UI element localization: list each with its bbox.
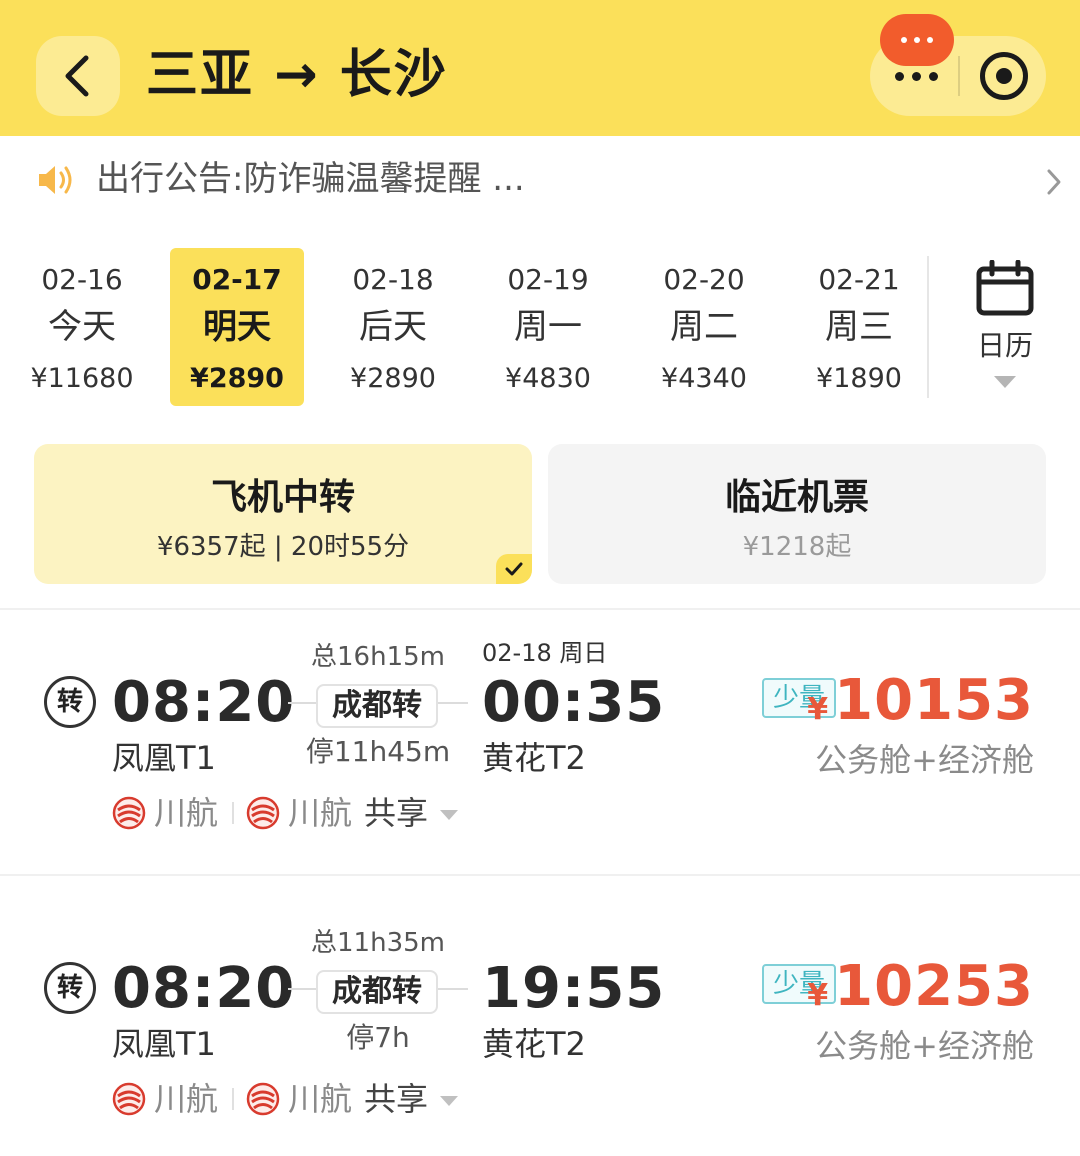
- date-selector: 02-16 今天 ¥11680 02-17 明天 ¥2890 02-18 后天 …: [0, 240, 1080, 410]
- flight-card[interactable]: 转 08:20 凤凰T1 总11h35m 成都转 停7h 19:55 黄花T2 …: [0, 896, 1080, 1156]
- weekday-label: 周三: [825, 307, 893, 347]
- target-icon: [996, 68, 1012, 84]
- date-price: ¥2890: [190, 363, 284, 394]
- airline-name: 川航: [154, 794, 219, 832]
- departure-airport: 凤凰T1: [112, 739, 216, 777]
- notice-bar[interactable]: 出行公告:防诈骗温馨提醒 ...: [0, 136, 1080, 226]
- tab-title: 飞机中转: [210, 477, 355, 518]
- weekday-label: 后天: [359, 307, 427, 347]
- date-label: 02-17: [192, 263, 282, 296]
- tab-last-minute-tickets[interactable]: 临近机票 ¥1218起: [548, 444, 1046, 584]
- date-label: 02-19: [507, 263, 589, 296]
- date-item[interactable]: 02-20 周二 ¥4340: [637, 248, 771, 406]
- transfer-city: 成都转: [316, 970, 438, 1014]
- price-value: 10153: [834, 668, 1034, 733]
- divider: [232, 1088, 235, 1110]
- codeshare-label: 共享: [364, 1080, 429, 1118]
- capsule-divider: [958, 56, 960, 96]
- top-bar: 三亚 → 长沙: [0, 0, 1080, 136]
- date-item[interactable]: 02-21 周三 ¥1890: [792, 248, 926, 406]
- chevron-left-icon: [65, 55, 89, 97]
- date-item[interactable]: 02-16 今天 ¥11680: [15, 248, 149, 406]
- dot-icon: [911, 71, 921, 81]
- arrival-time: 00:35: [482, 670, 666, 735]
- tab-transfer-flights[interactable]: 飞机中转 ¥6357起 | 20时55分: [34, 444, 532, 584]
- tab-subtitle: ¥6357起 | 20时55分: [156, 532, 410, 562]
- flight-price: ¥10153: [807, 666, 1034, 749]
- departure-time: 08:20: [112, 956, 296, 1021]
- sichuan-airlines-logo-icon: [246, 796, 280, 830]
- airline-name: 川航: [154, 1080, 219, 1118]
- calendar-icon: [976, 260, 1034, 316]
- date-item-selected[interactable]: 02-17 明天 ¥2890: [170, 248, 304, 406]
- date-item[interactable]: 02-18 后天 ¥2890: [326, 248, 460, 406]
- weekday-label: 今天: [48, 307, 116, 347]
- arrival-airport: 黄花T2: [482, 1025, 586, 1063]
- airline-name: 川航: [288, 794, 353, 832]
- weekday-label: 周一: [514, 307, 582, 347]
- currency-symbol: ¥: [807, 978, 829, 1013]
- price-value: 10253: [834, 954, 1034, 1019]
- divider: [232, 802, 235, 824]
- arrival-date: 02-18 周日: [482, 639, 608, 667]
- stop-duration: 停7h: [346, 1021, 410, 1054]
- sichuan-airlines-logo-icon: [112, 796, 146, 830]
- date-price: ¥2890: [350, 363, 436, 394]
- tab-title: 临近机票: [724, 477, 869, 518]
- transfer-icon: 转: [44, 676, 96, 728]
- speaker-icon: [39, 166, 72, 194]
- flight-card[interactable]: 转 08:20 凤凰T1 总16h15m 成都转 停11h45m 02-18 周…: [0, 610, 1080, 880]
- message-bubble-icon[interactable]: [880, 14, 954, 66]
- cabin-class: 公务舱+经济舱: [815, 1027, 1034, 1065]
- date-label: 02-16: [41, 263, 123, 296]
- date-item[interactable]: 02-19 周一 ¥4830: [481, 248, 615, 406]
- weekday-label: 周二: [670, 307, 738, 347]
- transfer-icon: 转: [44, 962, 96, 1014]
- route-title: 三亚 → 长沙: [146, 45, 448, 105]
- notice-text: 出行公告:防诈骗温馨提醒 ...: [96, 159, 525, 199]
- codeshare-label: 共享: [364, 794, 429, 832]
- arrival-time: 19:55: [482, 956, 666, 1021]
- caret-down-icon: [440, 1096, 459, 1106]
- total-duration: 总16h15m: [311, 642, 445, 672]
- date-price: ¥4830: [505, 363, 591, 394]
- divider: [927, 256, 929, 398]
- dot-icon: [894, 71, 904, 81]
- arrival-airport: 黄花T2: [482, 739, 586, 777]
- caret-down-icon: [440, 810, 459, 820]
- tab-subtitle: ¥1218起: [742, 532, 852, 562]
- date-label: 02-21: [818, 263, 900, 296]
- airline-info[interactable]: 川航 川航 共享: [112, 1076, 459, 1122]
- date-price: ¥11680: [30, 363, 134, 394]
- total-duration: 总11h35m: [311, 928, 445, 958]
- sichuan-airlines-logo-icon: [246, 1082, 280, 1116]
- cabin-class: 公务舱+经济舱: [815, 741, 1034, 779]
- check-icon: [496, 554, 532, 584]
- chevron-right-icon: [1047, 169, 1061, 195]
- weekday-label: 明天: [203, 307, 271, 347]
- currency-symbol: ¥: [807, 692, 829, 727]
- departure-time: 08:20: [112, 670, 296, 735]
- calendar-label: 日历: [976, 329, 1033, 362]
- date-label: 02-18: [352, 263, 434, 296]
- airline-name: 川航: [288, 1080, 353, 1118]
- back-button[interactable]: [36, 36, 120, 116]
- sichuan-airlines-logo-icon: [112, 1082, 146, 1116]
- departure-airport: 凤凰T1: [112, 1025, 216, 1063]
- airline-info[interactable]: 川航 川航 共享: [112, 790, 459, 836]
- calendar-button[interactable]: 日历: [950, 254, 1060, 404]
- dot-icon: [928, 71, 938, 81]
- date-label: 02-20: [663, 263, 745, 296]
- stop-duration: 停11h45m: [305, 735, 451, 768]
- flight-price: ¥10253: [807, 952, 1034, 1035]
- date-price: ¥1890: [816, 363, 902, 394]
- divider: [0, 874, 1080, 876]
- transfer-city: 成都转: [316, 684, 438, 728]
- date-price: ¥4340: [661, 363, 747, 394]
- close-mini-program-button[interactable]: [980, 52, 1028, 100]
- caret-down-icon: [994, 376, 1016, 388]
